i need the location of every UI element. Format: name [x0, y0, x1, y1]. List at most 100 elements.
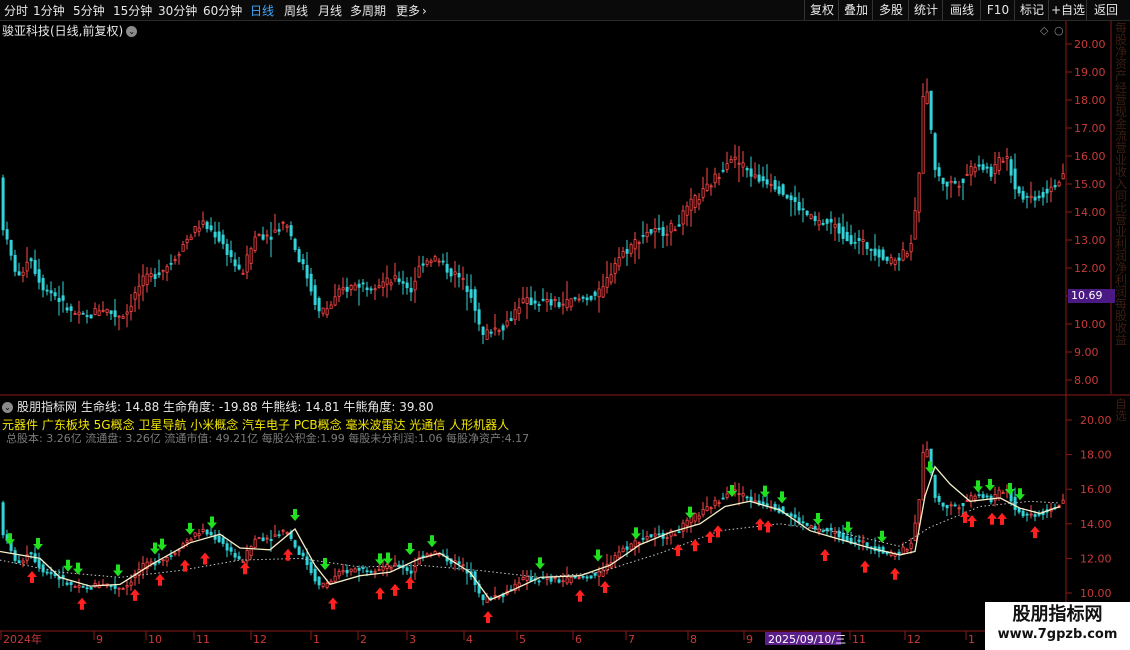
candle-body — [773, 180, 777, 190]
candle-body — [481, 594, 485, 600]
candle-body — [1029, 513, 1033, 516]
candle-body — [865, 242, 869, 249]
candle-body — [1017, 186, 1021, 194]
restore-icon[interactable]: ○ — [1054, 24, 1064, 37]
candle-body — [933, 133, 937, 170]
candle-body — [517, 582, 521, 587]
candle-body — [393, 562, 397, 566]
chevron-down-icon[interactable]: ⌄ — [126, 26, 138, 37]
candle-body — [725, 163, 729, 170]
candle-body — [997, 157, 1001, 171]
time-label: 5 — [519, 633, 526, 646]
time-label: 2 — [360, 633, 367, 646]
candle-body — [985, 495, 989, 498]
candle-body — [277, 534, 281, 537]
candle-body — [157, 560, 161, 563]
price-label: 16.00 — [1080, 483, 1112, 496]
candle-body — [765, 179, 769, 185]
candle-body — [849, 235, 853, 245]
candle-body — [745, 168, 749, 171]
candle-body — [393, 275, 397, 280]
candle-body — [589, 575, 593, 579]
buy-arrow — [755, 518, 765, 531]
candle-body — [225, 543, 229, 551]
candle-body — [201, 528, 205, 532]
candle-body — [901, 546, 905, 554]
candle-body — [653, 533, 657, 537]
kline-chart[interactable]: 20.0019.0018.0017.0016.0015.0014.0013.00… — [0, 0, 1130, 650]
price-label: 12.00 — [1074, 262, 1106, 275]
buy-arrow — [240, 562, 250, 575]
candle-body — [729, 159, 733, 163]
candle-body — [165, 266, 169, 273]
candle-body — [413, 566, 417, 573]
candle-body — [277, 229, 281, 232]
diamond-icon[interactable]: ◇ — [1040, 24, 1049, 37]
candle-body — [57, 297, 61, 303]
candle-body — [593, 291, 597, 296]
candle-body — [237, 556, 241, 560]
candle-body — [637, 241, 641, 244]
candle-body — [21, 560, 25, 564]
candle-body — [357, 283, 361, 288]
candle-body — [757, 174, 761, 182]
candle-body — [517, 307, 521, 314]
candle-body — [961, 178, 965, 184]
candle-body — [197, 533, 201, 537]
candle-body — [697, 515, 701, 520]
candle-body — [377, 568, 381, 571]
candle-body — [97, 310, 101, 316]
candle-body — [317, 576, 321, 586]
candle-body — [37, 559, 41, 568]
candle-body — [497, 329, 501, 332]
candle-body — [125, 311, 129, 315]
candle-body — [801, 521, 805, 524]
candle-body — [953, 181, 957, 184]
candle-body — [825, 219, 829, 224]
chevron-down-icon[interactable]: ⌄ — [2, 402, 13, 413]
candle-body — [981, 494, 985, 498]
candle-body — [1053, 185, 1057, 188]
candle-body — [41, 277, 45, 291]
candle-body — [905, 253, 909, 257]
sell-arrow — [290, 508, 300, 521]
candle-body — [613, 263, 617, 274]
candle-body — [365, 287, 369, 290]
candle-body — [213, 231, 217, 238]
candle-body — [521, 298, 525, 303]
candle-body — [169, 262, 173, 265]
candle-body — [397, 564, 401, 568]
candle-body — [817, 528, 821, 533]
candle-body — [585, 576, 589, 579]
candle-body — [49, 572, 53, 575]
sell-arrow — [73, 562, 83, 575]
candle-body — [313, 285, 317, 305]
price-label: 12.00 — [1080, 552, 1112, 565]
candle-body — [885, 256, 889, 261]
candle-body — [909, 242, 913, 253]
price-label: 16.00 — [1074, 150, 1106, 163]
candle-body — [889, 257, 893, 264]
candle-body — [209, 225, 213, 231]
candle-body — [85, 315, 89, 317]
price-label: 18.00 — [1080, 449, 1112, 462]
candle-body — [641, 235, 645, 237]
current-price-tag: 10.69 — [1068, 289, 1115, 303]
bull-bear-line — [0, 500, 1061, 578]
candle-body — [957, 507, 961, 510]
candle-body — [229, 547, 233, 552]
candle-body — [637, 542, 641, 544]
candle-body — [285, 225, 289, 228]
indicator-name[interactable]: 股朋指标网 — [17, 400, 77, 414]
candle-body — [853, 241, 857, 244]
sell-arrow — [877, 530, 887, 543]
candle-body — [961, 503, 965, 507]
time-label: 3 — [409, 633, 416, 646]
candle-body — [1, 177, 5, 231]
candle-body — [369, 570, 373, 573]
candle-body — [253, 236, 257, 251]
candle-body — [561, 303, 565, 306]
candle-body — [609, 274, 613, 283]
candle-body — [557, 302, 561, 307]
candle-body — [293, 238, 297, 250]
